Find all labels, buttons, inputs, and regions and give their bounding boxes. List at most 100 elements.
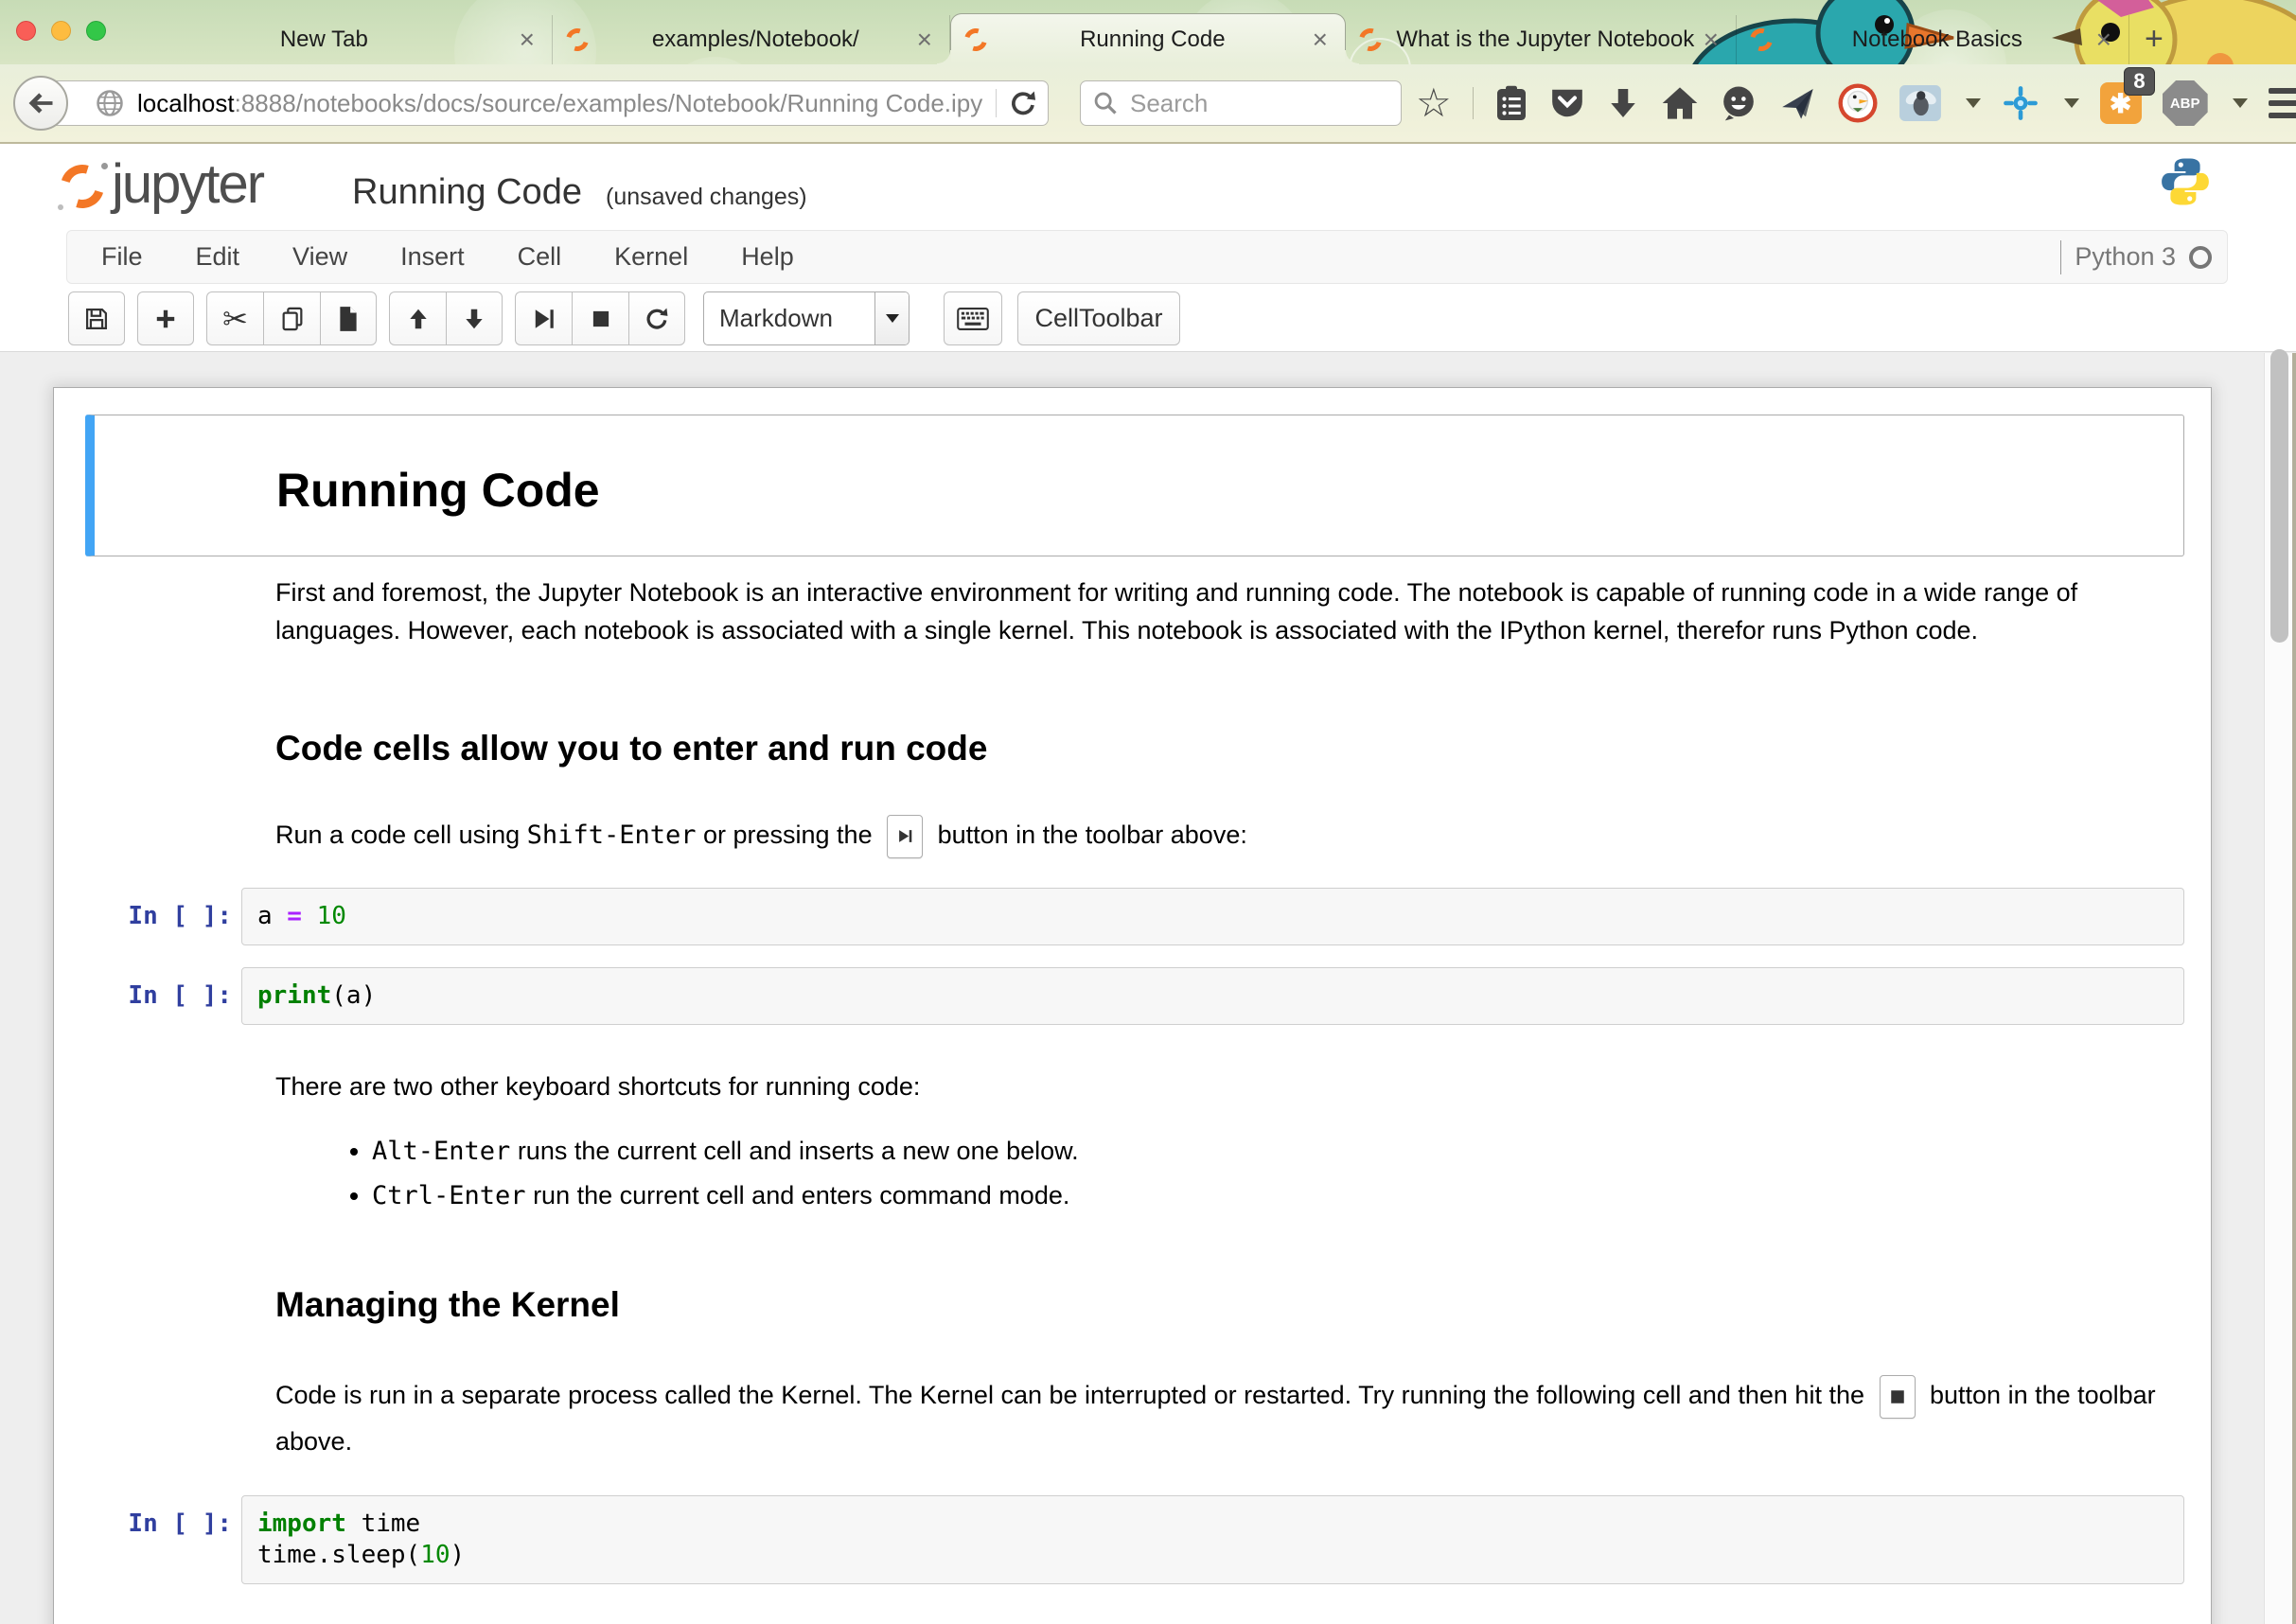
- copy-cell-button[interactable]: [263, 291, 320, 345]
- home-icon[interactable]: [1661, 85, 1699, 121]
- tab-title: New Tab: [132, 26, 516, 53]
- window-edge: [2292, 353, 2296, 1624]
- paste-cell-button[interactable]: [320, 291, 377, 345]
- duckduckgo-icon[interactable]: [1837, 82, 1879, 124]
- blue-bot-addon-icon[interactable]: [2002, 84, 2040, 122]
- selected-markdown-cell[interactable]: Running Code: [85, 415, 2184, 556]
- stop-icon: [589, 307, 613, 331]
- code-cell-sleep[interactable]: In [ ]: import timetime.sleep(10): [85, 1495, 2237, 1584]
- fly-addon-icon[interactable]: [1899, 85, 1941, 121]
- restart-kernel-button[interactable]: [628, 291, 685, 345]
- download-icon[interactable]: [1606, 85, 1640, 121]
- insert-cell-below-button[interactable]: [137, 291, 194, 345]
- new-tab-button[interactable]: +: [2129, 21, 2179, 58]
- dropdown-caret-icon[interactable]: [2233, 98, 2248, 108]
- url-divider: [996, 89, 997, 117]
- code-input[interactable]: print(a): [241, 967, 2184, 1025]
- tab-title: Running Code: [997, 26, 1309, 53]
- jupyter-favicon: [1355, 25, 1386, 55]
- globe-icon: [96, 89, 124, 117]
- notebook-body: Running Code First and foremost, the Jup…: [0, 353, 2296, 1624]
- addon-badge: 8: [2124, 67, 2154, 96]
- code-input[interactable]: import timetime.sleep(10): [241, 1495, 2184, 1584]
- close-window-button[interactable]: [16, 21, 36, 41]
- zoom-window-button[interactable]: [86, 21, 106, 41]
- reload-icon[interactable]: [1008, 88, 1038, 118]
- dropdown-caret-icon[interactable]: [2064, 98, 2079, 108]
- menu-insert[interactable]: Insert: [374, 242, 491, 272]
- kernel-paragraph: Code is run in a separate process called…: [275, 1372, 2191, 1465]
- menu-hamburger-icon[interactable]: [2269, 88, 2296, 118]
- menu-kernel[interactable]: Kernel: [588, 242, 715, 272]
- tab-close-icon[interactable]: ×: [1309, 26, 1332, 53]
- arrow-down-icon: [462, 307, 486, 331]
- tab-running-code[interactable]: Running Code ×: [950, 13, 1346, 64]
- navigation-toolbar: localhost:8888/notebooks/docs/source/exa…: [0, 64, 2296, 142]
- menu-edit[interactable]: Edit: [169, 242, 267, 272]
- bookmark-star-icon[interactable]: ☆: [1416, 83, 1452, 123]
- run-instruction-paragraph: Run a code cell using Shift-Enter or pre…: [275, 812, 2191, 858]
- menu-cell[interactable]: Cell: [491, 242, 589, 272]
- feedback-smiley-icon[interactable]: [1720, 84, 1757, 122]
- inline-stop-button: [1880, 1375, 1916, 1419]
- intro-paragraph: First and foremost, the Jupyter Notebook…: [275, 574, 2191, 649]
- tab-close-icon[interactable]: ×: [913, 26, 936, 53]
- send-plane-icon[interactable]: [1778, 84, 1816, 122]
- address-bar[interactable]: localhost:8888/notebooks/docs/source/exa…: [42, 80, 1049, 126]
- search-bar[interactable]: [1080, 80, 1402, 126]
- paste-icon: [336, 306, 361, 332]
- search-input[interactable]: [1128, 88, 1355, 119]
- save-button[interactable]: [68, 291, 125, 345]
- move-cell-down-button[interactable]: [446, 291, 503, 345]
- menu-row: File Edit View Insert Cell Kernel Help P…: [0, 230, 2296, 290]
- list-item: Alt-Enter runs the current cell and inse…: [372, 1130, 2181, 1173]
- tab-close-icon[interactable]: ×: [2093, 26, 2115, 53]
- tab-close-icon[interactable]: ×: [1700, 26, 1722, 53]
- asterisk-addon-icon[interactable]: ✱ 8: [2100, 82, 2142, 124]
- command-palette-button[interactable]: [944, 291, 1002, 345]
- keyboard-icon: [957, 307, 989, 331]
- page-scrollbar[interactable]: [2264, 353, 2296, 1624]
- interrupt-kernel-button[interactable]: [572, 291, 628, 345]
- code-keyword: print: [257, 981, 331, 1010]
- cell-type-select[interactable]: Markdown: [703, 291, 910, 345]
- tab-notebook-basics[interactable]: Notebook Basics ×: [1736, 15, 2129, 64]
- reading-list-icon[interactable]: [1494, 84, 1528, 122]
- menu-file[interactable]: File: [67, 242, 169, 272]
- stop-icon: [1889, 1388, 1906, 1405]
- code-input[interactable]: a = 10: [241, 888, 2184, 945]
- code-cell-a[interactable]: In [ ]: a = 10: [85, 888, 2237, 945]
- code-number: 10: [317, 902, 346, 930]
- menu-help[interactable]: Help: [715, 242, 821, 272]
- menu-view[interactable]: View: [266, 242, 374, 272]
- tab-examples-notebook[interactable]: examples/Notebook/ ×: [553, 15, 950, 64]
- shortcuts-intro-paragraph: There are two other keyboard shortcuts f…: [275, 1068, 2191, 1105]
- notebook-title[interactable]: Running Code: [352, 172, 582, 213]
- pocket-icon[interactable]: [1549, 85, 1585, 121]
- shortcuts-list: Alt-Enter runs the current cell and inse…: [298, 1130, 2181, 1219]
- minimize-window-button[interactable]: [51, 21, 71, 41]
- tab-title: Notebook Basics: [1782, 26, 2093, 53]
- cut-cell-button[interactable]: ✂: [206, 291, 263, 345]
- kernel-divider: [2060, 240, 2061, 274]
- tab-new-tab[interactable]: New Tab ×: [119, 15, 553, 64]
- back-button[interactable]: [13, 76, 68, 131]
- code-cell-print[interactable]: In [ ]: print(a): [85, 967, 2237, 1025]
- run-cell-button[interactable]: [515, 291, 572, 345]
- scrollbar-thumb[interactable]: [2270, 349, 2288, 643]
- adblock-plus-icon[interactable]: ABP: [2163, 80, 2208, 126]
- run-text-before: Run a code cell using: [275, 821, 527, 849]
- tab-bar: New Tab × examples/Notebook/ × Running C…: [0, 0, 2296, 64]
- input-prompt: In [ ]:: [85, 1495, 241, 1584]
- tabs: New Tab × examples/Notebook/ × Running C…: [119, 0, 2179, 64]
- move-cell-up-button[interactable]: [389, 291, 446, 345]
- jupyter-logo[interactable]: jupyter: [61, 157, 263, 212]
- notebook-toolbar: ✂ M: [0, 290, 2296, 352]
- tab-what-is-jupyter[interactable]: What is the Jupyter Notebook ×: [1346, 15, 1736, 64]
- tab-close-icon[interactable]: ×: [516, 26, 539, 53]
- cell-toolbar-button[interactable]: CellToolbar: [1017, 291, 1180, 345]
- run-text-after: button in the toolbar above:: [930, 821, 1247, 849]
- input-prompt: In [ ]:: [85, 888, 241, 945]
- jupyter-header: jupyter Running Code (unsaved changes): [0, 144, 2296, 230]
- dropdown-caret-icon[interactable]: [1966, 98, 1981, 108]
